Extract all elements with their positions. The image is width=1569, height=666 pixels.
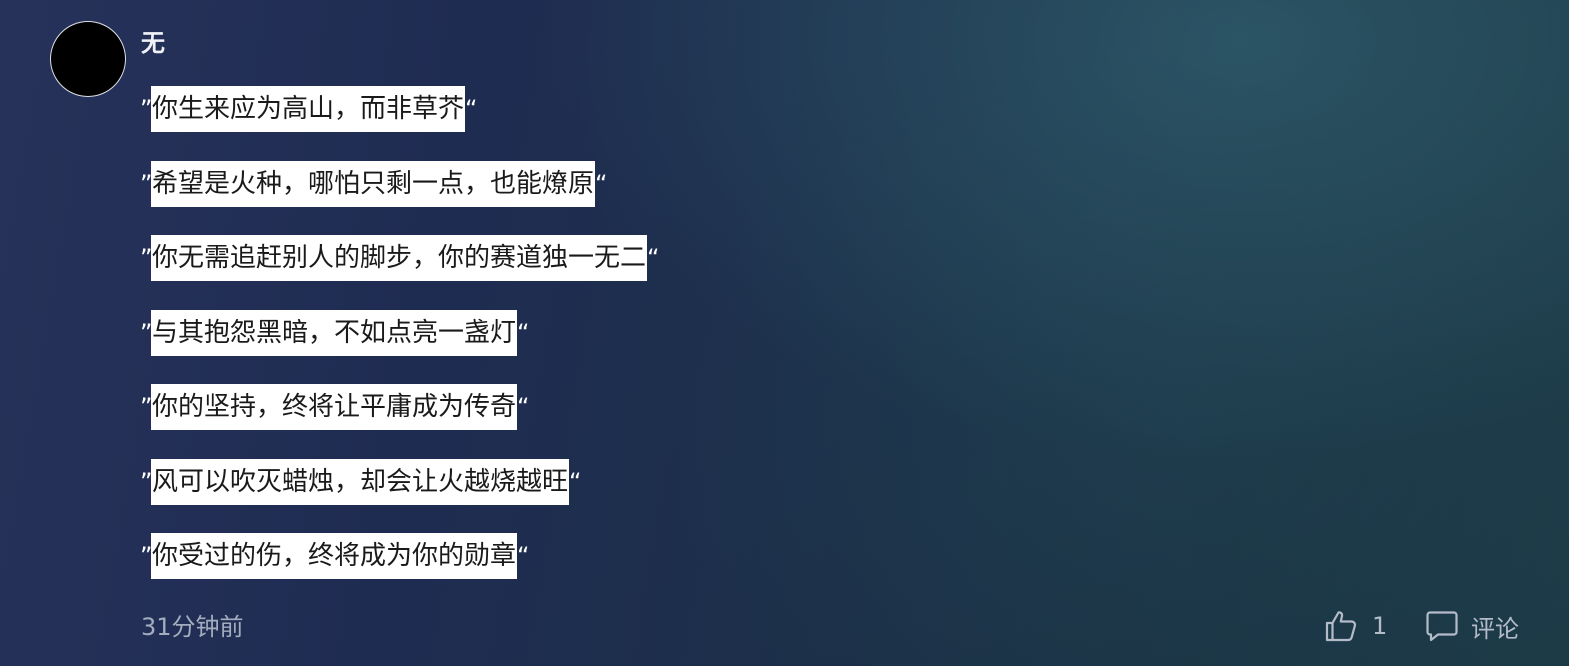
comment-button[interactable]: 评论: [1425, 606, 1519, 646]
quote-line: ” 与其抱怨黑暗，不如点亮一盏灯 “: [140, 309, 658, 356]
comment-bubble-icon: [1425, 609, 1459, 643]
quote-text: 你受过的伤，终将成为你的勋章: [151, 533, 518, 579]
quote-line: ” 你受过的伤，终将成为你的勋章 “: [140, 533, 658, 579]
quote-text: 风可以吹灭蜡烛，却会让火越烧越旺: [151, 458, 570, 505]
quote-close-mark: “: [595, 169, 608, 198]
quote-line: ” 你无需追赶别人的脚步，你的赛道独一无二 “: [140, 235, 660, 281]
quote-text: 你无需追赶别人的脚步，你的赛道独一无二: [151, 235, 648, 281]
quote-open-mark: ”: [140, 467, 153, 496]
quote-line: ” 风可以吹灭蜡烛，却会让火越烧越旺 “: [140, 458, 658, 505]
quote-close-mark: “: [517, 318, 530, 347]
thumbs-up-icon: [1324, 609, 1358, 643]
quote-line: ” 你的坚持，终将让平庸成为传奇 “: [140, 384, 658, 430]
quote-text: 你的坚持，终将让平庸成为传奇: [151, 384, 518, 430]
quote-close-mark: “: [517, 393, 530, 421]
quote-line: ” 你生来应为高山，而非草芥 “: [140, 86, 658, 132]
avatar[interactable]: [51, 22, 125, 96]
quote-list: ” 你生来应为高山，而非草芥 “ ” 希望是火种，哪怕只剩一点，也能燎原 “ ” 你无需追…: [140, 86, 660, 608]
quote-open-mark: ”: [140, 393, 153, 421]
quote-close-mark: “: [569, 467, 582, 496]
quote-close-mark: “: [465, 95, 478, 123]
quote-text: 希望是火种，哪怕只剩一点，也能燎原: [151, 160, 596, 207]
quote-close-mark: “: [647, 244, 660, 272]
quote-open-mark: ”: [140, 542, 153, 570]
comment-label: 评论: [1471, 614, 1519, 643]
username[interactable]: 无: [141, 27, 165, 59]
quote-open-mark: ”: [140, 318, 153, 347]
quote-close-mark: “: [517, 542, 530, 570]
quote-open-mark: ”: [140, 244, 153, 272]
quote-open-mark: ”: [140, 169, 153, 198]
quote-text: 你生来应为高山，而非草芥: [151, 86, 466, 132]
like-button[interactable]: 1: [1324, 606, 1387, 646]
quote-text: 与其抱怨黑暗，不如点亮一盏灯: [151, 309, 518, 356]
quote-line: ” 希望是火种，哪怕只剩一点，也能燎原 “: [140, 160, 658, 207]
like-count: 1: [1372, 612, 1388, 640]
timestamp: 31分钟前: [141, 613, 244, 641]
quote-open-mark: ”: [140, 95, 153, 123]
